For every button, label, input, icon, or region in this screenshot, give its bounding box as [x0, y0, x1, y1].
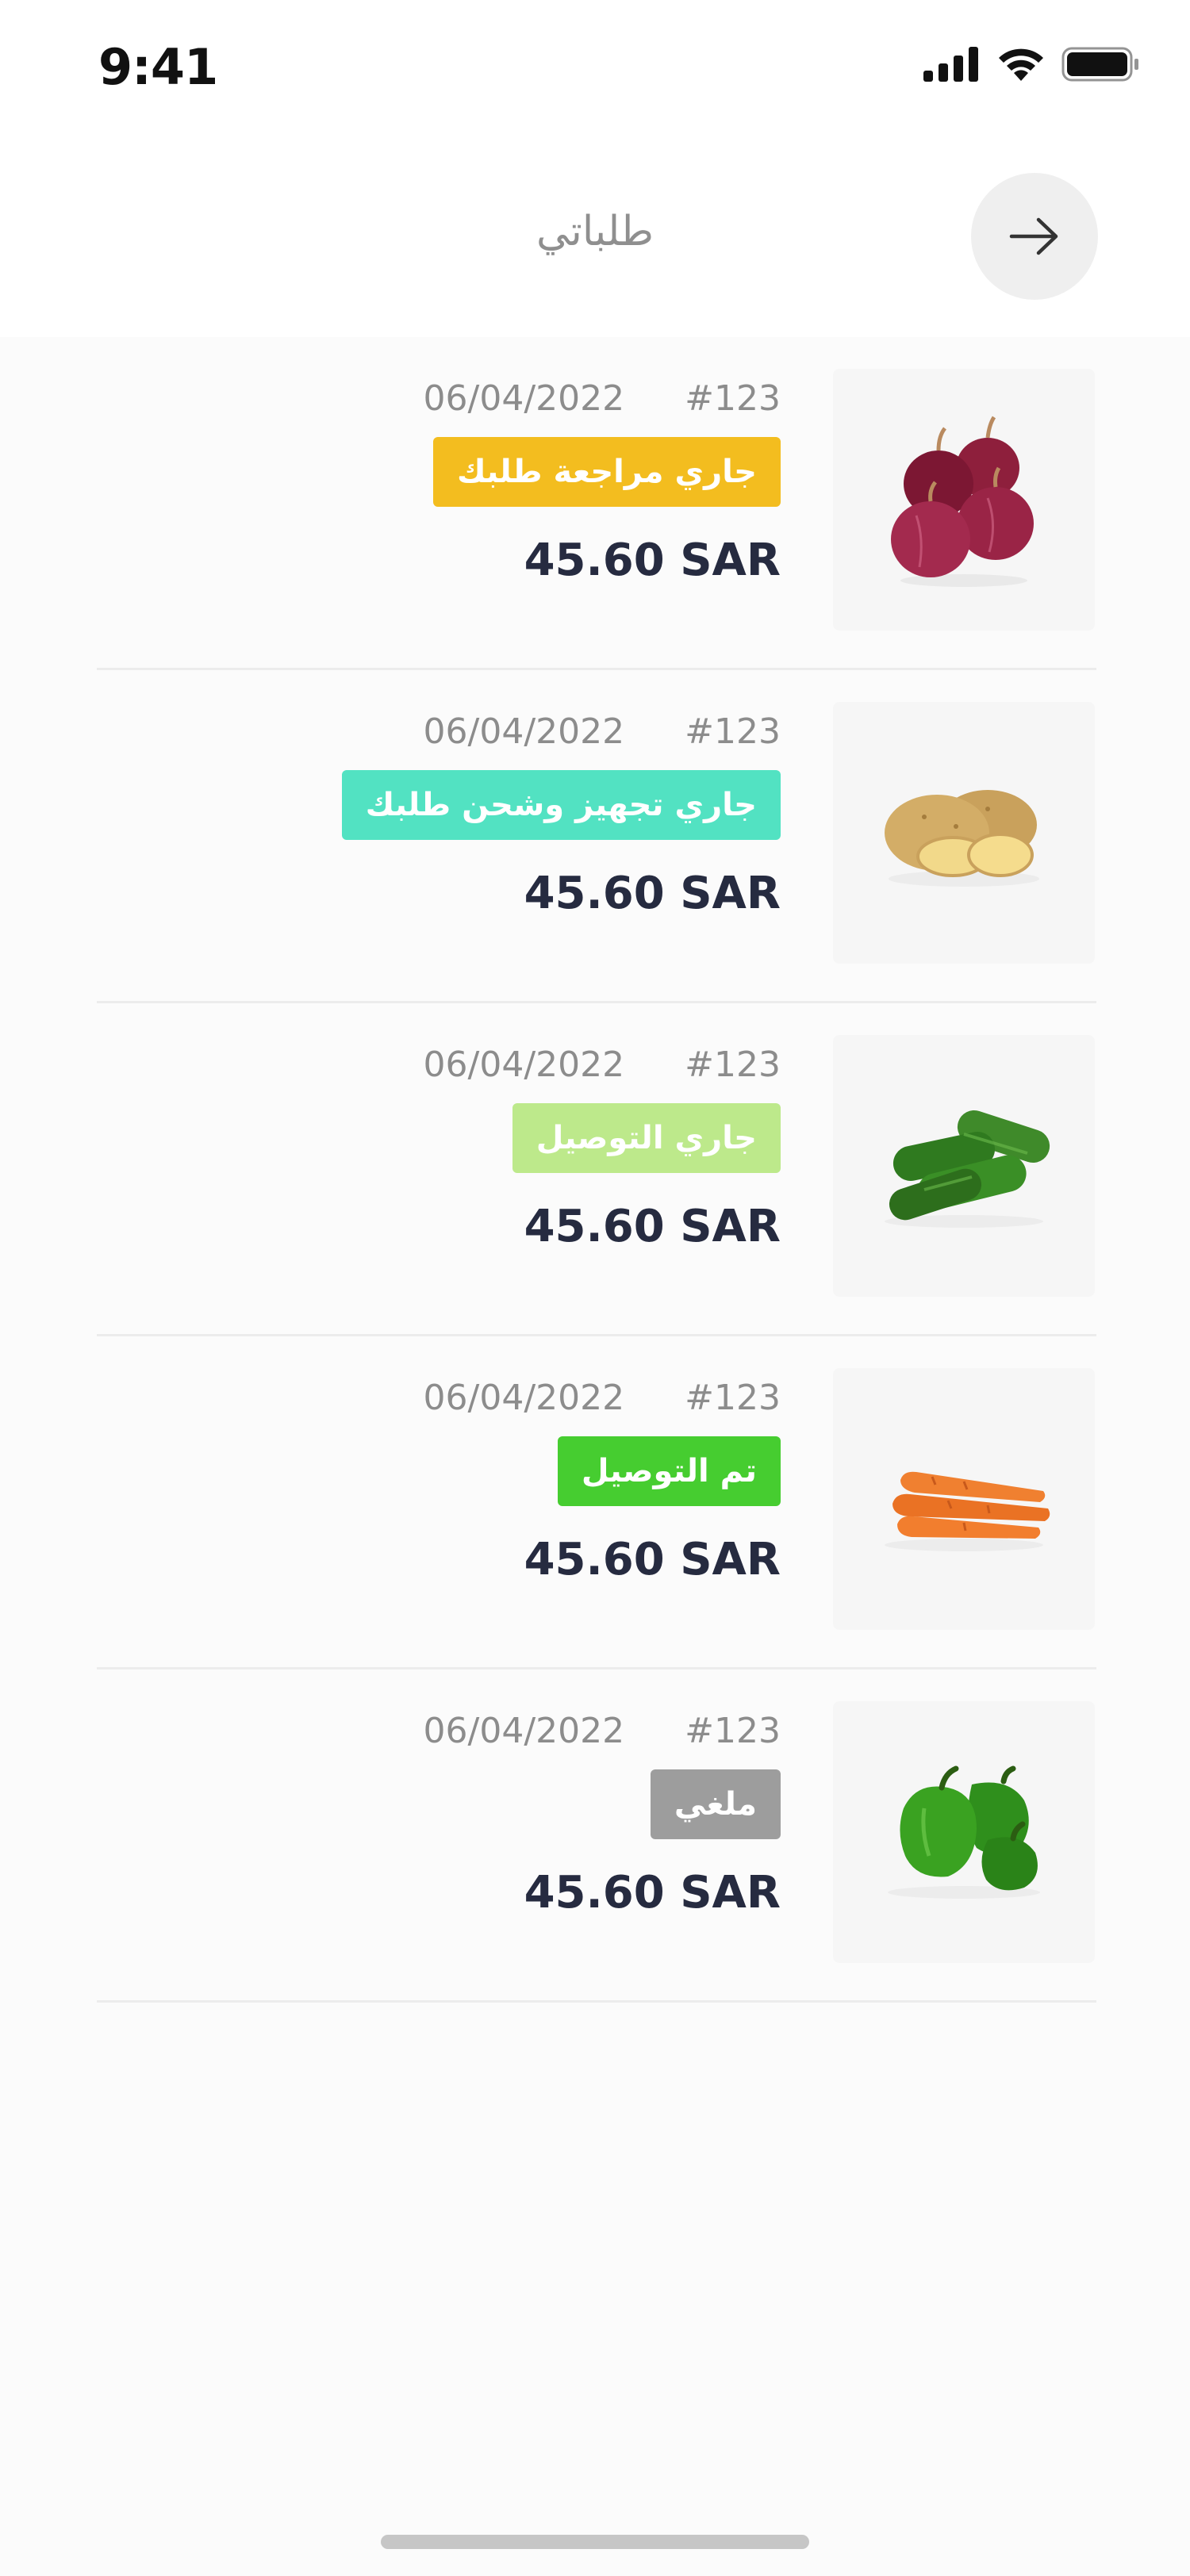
order-number: #123 — [685, 1711, 781, 1751]
product-image-potato — [833, 702, 1095, 964]
order-date: 06/04/2022 — [423, 1378, 625, 1418]
arrow-right-icon — [1009, 217, 1058, 255]
order-price: 45.60 SAR — [524, 1534, 781, 1585]
home-indicator[interactable] — [381, 2535, 809, 2549]
green-pepper-image — [888, 1765, 1040, 1899]
order-row[interactable]: 06/04/2022 #123 تم التوصيل 45.60 SAR — [0, 1336, 1190, 1669]
order-info: 06/04/2022 #123 جاري تجهيز وشحن طلبك 45.… — [273, 707, 781, 927]
order-row[interactable]: 06/04/2022 #123 ملغي 45.60 SAR — [0, 1669, 1190, 2003]
order-date: 06/04/2022 — [423, 1711, 625, 1751]
order-list: 06/04/2022 #123 جاري مراجعة طلبك 45.60 S… — [0, 337, 1190, 2003]
order-number: #123 — [685, 378, 781, 419]
order-number: #123 — [685, 1378, 781, 1418]
status-icons — [923, 46, 1141, 82]
wifi-icon — [999, 48, 1043, 81]
header: طلباتي — [0, 135, 1190, 337]
product-image-carrot — [833, 1368, 1095, 1630]
product-image-green-pepper — [833, 1701, 1095, 1963]
carrot-image — [885, 1471, 1050, 1551]
order-number: #123 — [685, 1045, 781, 1085]
order-row[interactable]: 06/04/2022 #123 جاري تجهيز وشحن طلبك 45.… — [0, 670, 1190, 1003]
order-info: 06/04/2022 #123 جاري مراجعة طلبك 45.60 S… — [273, 374, 781, 594]
status-badge: تم التوصيل — [557, 1436, 781, 1506]
cellular-signal-icon — [923, 47, 978, 82]
order-price: 45.60 SAR — [524, 1867, 781, 1919]
status-badge: ملغي — [650, 1769, 781, 1839]
order-number: #123 — [685, 711, 781, 752]
order-info: 06/04/2022 #123 ملغي 45.60 SAR — [273, 1706, 781, 1926]
order-meta: 06/04/2022 #123 — [273, 1040, 781, 1091]
status-time: 9:41 — [98, 38, 218, 96]
red-onion-image — [891, 416, 1034, 587]
orders-screen: 9:41 طلباتي 06/04/2022 #123 جاري مراجعة … — [0, 0, 1190, 2576]
order-meta: 06/04/2022 #123 — [273, 374, 781, 424]
order-date: 06/04/2022 — [423, 1045, 625, 1085]
status-badge: جاري التوصيل — [512, 1103, 781, 1173]
battery-icon — [1061, 47, 1138, 82]
status-badge: جاري تجهيز وشحن طلبك — [341, 770, 781, 840]
order-info: 06/04/2022 #123 جاري التوصيل 45.60 SAR — [273, 1040, 781, 1260]
status-bar: 9:41 — [0, 0, 1190, 135]
order-meta: 06/04/2022 #123 — [273, 1706, 781, 1757]
product-image-red-onion — [833, 369, 1095, 631]
order-date: 06/04/2022 — [423, 711, 625, 752]
potato-image — [885, 790, 1039, 887]
order-date: 06/04/2022 — [423, 378, 625, 419]
cucumber-image — [885, 1110, 1050, 1228]
order-row[interactable]: 06/04/2022 #123 جاري مراجعة طلبك 45.60 S… — [0, 337, 1190, 670]
product-image-cucumber — [833, 1035, 1095, 1297]
order-meta: 06/04/2022 #123 — [273, 707, 781, 757]
row-divider — [97, 2000, 1096, 2003]
order-price: 45.60 SAR — [524, 535, 781, 586]
order-row[interactable]: 06/04/2022 #123 جاري التوصيل 45.60 SAR — [0, 1003, 1190, 1336]
order-price: 45.60 SAR — [524, 868, 781, 919]
back-button[interactable] — [971, 173, 1098, 300]
order-meta: 06/04/2022 #123 — [273, 1373, 781, 1424]
order-price: 45.60 SAR — [524, 1201, 781, 1252]
status-badge: جاري مراجعة طلبك — [433, 437, 781, 507]
order-info: 06/04/2022 #123 تم التوصيل 45.60 SAR — [273, 1373, 781, 1593]
